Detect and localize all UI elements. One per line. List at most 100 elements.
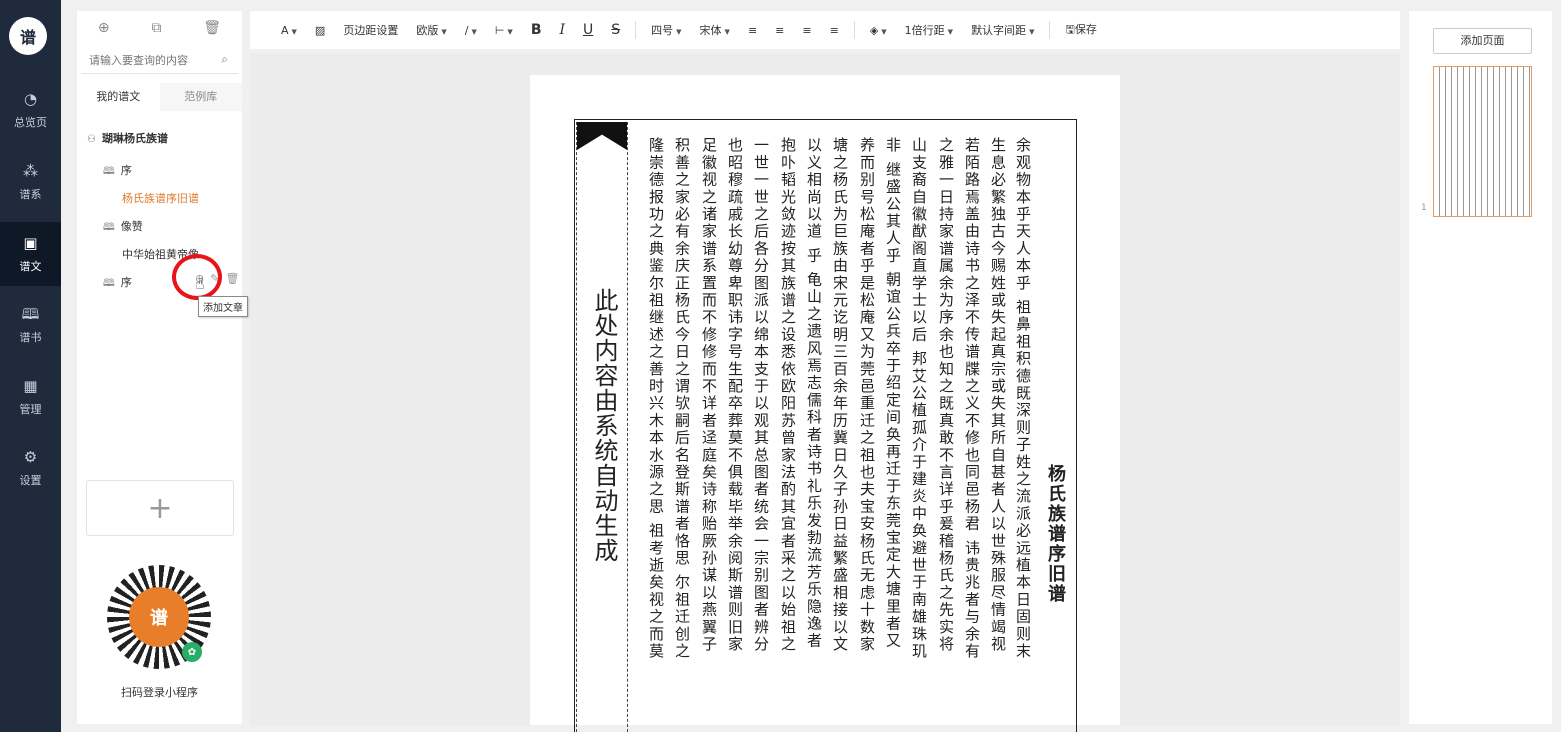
align-left-button[interactable]: ≡ — [739, 24, 766, 37]
grid-icon: ▦ — [23, 377, 38, 395]
align-right-button[interactable]: ≡ — [793, 24, 820, 37]
text-column[interactable]: 山支裔自徽猷阁直学士以后 邦艾公植孤介于建炎中奂避世于南雄珠玑 — [911, 137, 927, 732]
tree-folder-portrait[interactable]: 🕮 像赞 — [103, 218, 143, 237]
separator-button[interactable]: ⊢ ▼ — [486, 24, 522, 37]
page-number: 1 — [1421, 203, 1427, 213]
tree-folder-preface[interactable]: 🕮 序 — [103, 162, 132, 181]
bold-button[interactable]: B — [522, 22, 551, 38]
divider — [853, 21, 855, 39]
search-input[interactable] — [81, 48, 211, 72]
style-select[interactable]: 欧版 ▼ — [407, 22, 455, 38]
line-spacing-value: 1倍行距 — [904, 24, 945, 37]
text-column[interactable]: 若陌路焉盖由诗书之泽不传谱牒之义不修也同邑杨君 讳贵兆者与余有 — [964, 137, 980, 732]
nav-item-label: 管理 — [19, 403, 42, 416]
qr-caption: 扫码登录小程序 — [121, 686, 198, 699]
nav-item-manage[interactable]: ▦ 管理 — [0, 365, 61, 429]
text-box-button[interactable]: A ▼ — [272, 24, 306, 37]
layers-button[interactable]: ◈ ▼ — [861, 24, 896, 37]
line-button[interactable]: ∕ ▼ — [456, 24, 486, 37]
font-size-select[interactable]: 四号 ▼ — [642, 22, 690, 38]
char-spacing-value: 默认字间距 — [971, 24, 1027, 37]
underline-button[interactable]: U — [574, 22, 602, 38]
strikethrough-button[interactable]: S — [602, 22, 629, 38]
nav-item-settings[interactable]: ⚙ 设置 — [0, 436, 61, 500]
font-family-value: 宋体 — [699, 24, 722, 37]
tree-folder-label: 序 — [120, 164, 132, 177]
font-size-value: 四号 — [651, 24, 674, 37]
divider — [1049, 21, 1051, 39]
qr-logo: 谱 — [129, 587, 189, 647]
nav-item-label: 谱文 — [19, 260, 42, 273]
text-column[interactable]: 足徽视之诸家谱系置而不修修而不详者迳庭矣诗称贻厥孙谋以燕翼子 — [701, 137, 717, 732]
line-icon: ∕ — [464, 23, 469, 37]
save-icon: 🖫 — [1065, 22, 1075, 36]
add-file-icon[interactable]: ⊕ — [98, 20, 110, 36]
search-box: ⌕ — [81, 48, 238, 74]
text-column[interactable]: 以义相尚以道 乎 龟山之遗风焉志儒科者诗书礼乐发勃流芳乐隐逸者 — [806, 137, 822, 732]
align-justify-button[interactable]: ≡ — [821, 24, 848, 37]
book-open-icon: 🕮 — [103, 222, 115, 233]
add-node-button[interactable]: + — [86, 480, 234, 536]
add-page-button[interactable]: 添加页面 — [1433, 28, 1532, 54]
text-column[interactable]: 塘之杨氏为巨族由宋元讫明三百余年历冀日久子孙日益繁盛相接以文 — [832, 137, 848, 732]
tab-examples[interactable]: 范例库 — [159, 83, 242, 111]
tree-root-label: 瑚琳杨氏族谱 — [101, 132, 168, 145]
page-thumbnail[interactable] — [1433, 66, 1532, 217]
text-column[interactable]: 之雅一日持家谱属余为序余也知之既真敢不言详乎爰稽杨氏之先实将 — [938, 137, 954, 732]
tree-toolbar: ⊕ ⧉ 🗑 — [77, 11, 242, 45]
save-button[interactable]: 🖫保存 — [1056, 21, 1105, 40]
line-spacing-select[interactable]: 1倍行距 ▼ — [896, 22, 962, 38]
align-justify-icon: ≡ — [829, 23, 839, 37]
tree-root[interactable]: ⚇ 瑚琳杨氏族谱 — [87, 130, 168, 146]
tree-folder-preface-2[interactable]: 🕮 序 — [103, 274, 132, 293]
text-column[interactable]: 隆崇德报功之典鉴尔祖继述之善时兴木本水源之思 祖考逝矣视之而莫 — [648, 137, 664, 732]
nav-item-label: 设置 — [19, 474, 42, 487]
text-column[interactable]: 也昭穆疏戚长幼尊卑职讳字号生配卒葬莫不俱载毕举余阅斯谱则旧家 — [727, 137, 743, 732]
nav-item-label: 谱书 — [19, 331, 42, 344]
text-column[interactable]: 非 继盛公其人乎 朝谊公兵卒于绍定间奂再迁于东莞宝定大塘里者又 — [885, 137, 901, 732]
image-button[interactable]: ▨ — [306, 24, 334, 37]
text-column[interactable]: 养而别号松庵者乎是松庵又为莞邑重迁之祖也夫宝安杨氏无虑十数家 — [859, 137, 875, 732]
tree-tabs: 我的谱文 范例库 — [77, 83, 242, 111]
italic-button[interactable]: I — [550, 22, 574, 38]
tooltip-add-article: 添加文章 — [198, 296, 248, 317]
tree-item-old-preface[interactable]: 杨氏族谱序旧谱 — [122, 190, 199, 206]
app-logo: 谱 — [9, 17, 47, 55]
search-icon[interactable]: ⌕ — [221, 52, 228, 67]
text-column[interactable]: 一世一世之后各分图派以绵本支于以观其总图者统会一宗别图者辨分 — [753, 137, 769, 732]
nav-item-articles[interactable]: ▣ 谱文 — [0, 222, 61, 286]
delete-icon[interactable]: 🗑 — [225, 272, 239, 285]
gear-icon: ⚙ — [23, 448, 38, 466]
separator-icon: ⊢ — [494, 23, 505, 37]
style-select-value: 欧版 — [416, 24, 439, 37]
document-title[interactable]: 杨氏族谱序旧谱 — [1042, 464, 1068, 604]
font-family-select[interactable]: 宋体 ▼ — [691, 22, 739, 38]
document-icon: ▣ — [23, 234, 38, 252]
book-open-icon: 🕮 — [103, 278, 115, 289]
nav-item-books[interactable]: 🕮 谱书 — [0, 293, 61, 357]
tree-folder-label: 序 — [120, 276, 132, 289]
tab-my-articles[interactable]: 我的谱文 — [77, 83, 160, 111]
margin-settings-button[interactable]: 页边距设置 — [334, 22, 407, 38]
trash-icon[interactable]: 🗑 — [203, 20, 221, 36]
nav-item-pedigree[interactable]: ⁂ 谱系 — [0, 150, 61, 214]
image-icon: ▨ — [314, 23, 326, 37]
layers-icon: ◈ — [869, 23, 879, 37]
text-box-icon: A — [281, 23, 289, 37]
text-column[interactable]: 抱卟韬光敛迹按其族谱之设悉依欧阳苏曾家法酌其宜者采之以始祖之 — [780, 137, 796, 732]
align-left-icon: ≡ — [747, 23, 758, 37]
text-column[interactable]: 余观物本乎天人本乎 祖鼻祖积德既深则子姓之流派必远植本日固则末 — [1015, 137, 1031, 732]
align-center-button[interactable]: ≡ — [766, 24, 793, 37]
text-column[interactable]: 生息必繁独古今赐姓或失起真宗或失其所自甚者人以世殊服尽情竭视 — [990, 137, 1006, 732]
tree-folder-label: 像赞 — [120, 220, 143, 233]
left-nav: 谱 ◔ 总览页 ⁂ 谱系 ▣ 谱文 🕮 谱书 ▦ 管理 ⚙ 设置 — [0, 0, 61, 732]
divider — [635, 21, 637, 39]
nav-item-label: 谱系 — [19, 188, 42, 201]
book-icon: 🕮 — [21, 305, 40, 323]
char-spacing-select[interactable]: 默认字间距 ▼ — [962, 22, 1043, 38]
text-column[interactable]: 积善之家必有余庆正杨氏今日之谓欤嗣后名登斯谱者恪思 尔祖迁创之 — [674, 137, 690, 732]
nav-item-label: 总览页 — [14, 116, 47, 129]
copy-icon[interactable]: ⧉ — [151, 20, 161, 36]
book-open-icon: 🕮 — [103, 166, 115, 177]
nav-item-overview[interactable]: ◔ 总览页 — [0, 78, 61, 142]
